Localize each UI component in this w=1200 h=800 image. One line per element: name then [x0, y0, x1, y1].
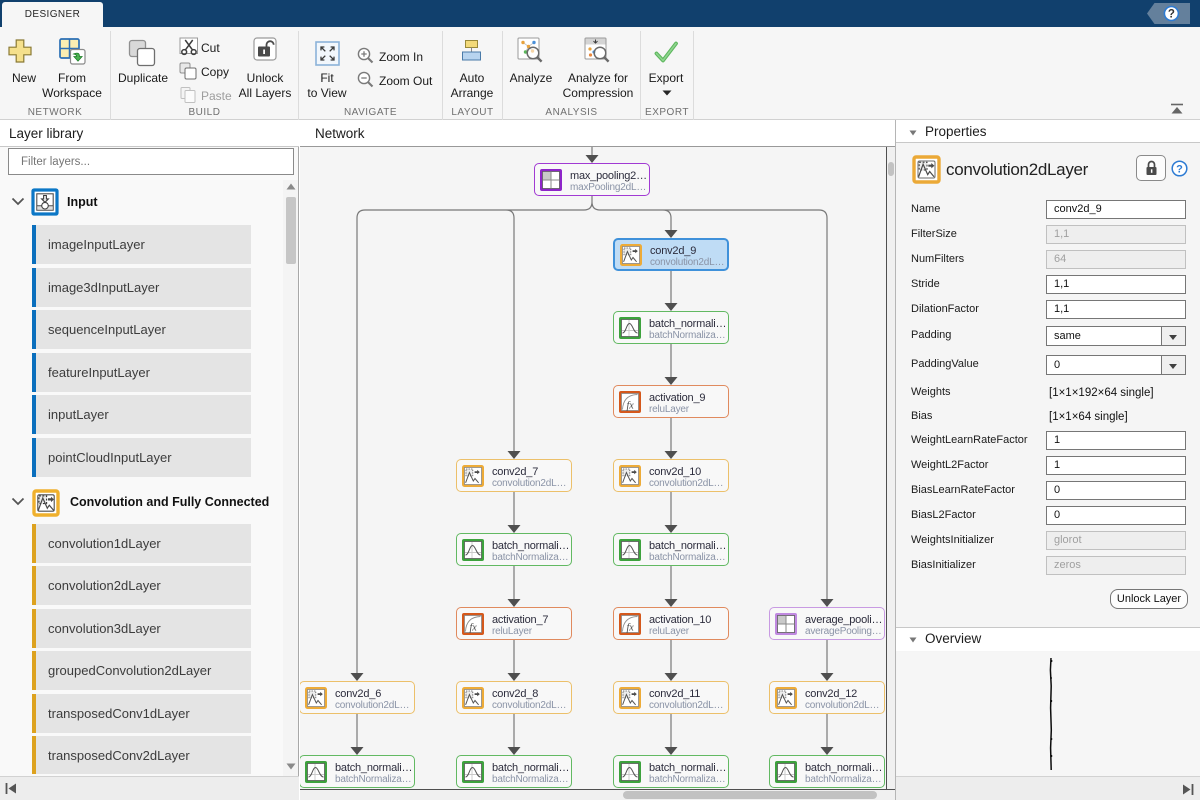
svg-text:fx: fx	[627, 400, 635, 411]
svg-text:fx: fx	[470, 622, 478, 633]
svg-text:?: ?	[1176, 164, 1183, 176]
svg-text:?: ?	[1168, 9, 1175, 21]
svg-text:fx: fx	[627, 622, 635, 633]
